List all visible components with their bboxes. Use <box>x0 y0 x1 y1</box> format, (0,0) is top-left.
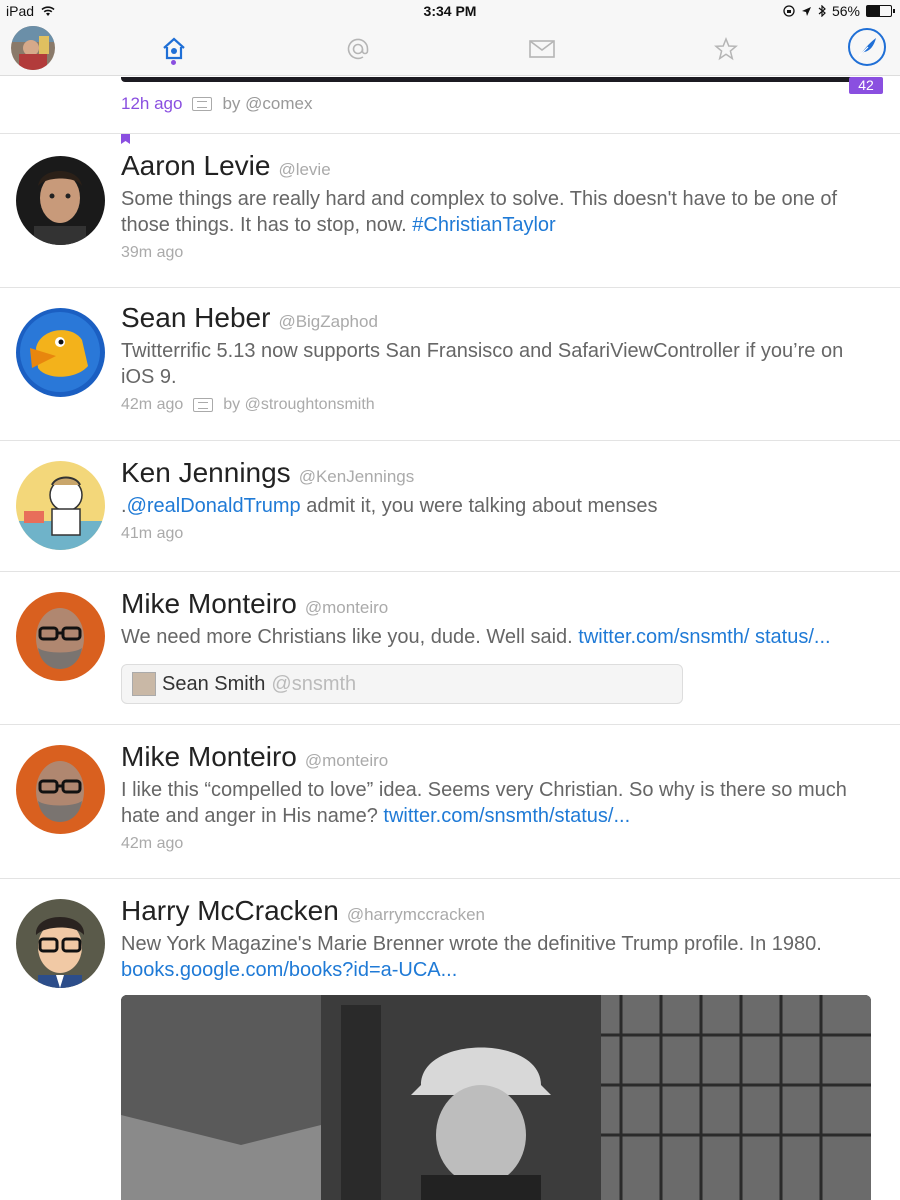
tweet-time: 41m ago <box>121 525 184 542</box>
tweet-item[interactable]: Aaron Levie @levie Some things are reall… <box>0 134 900 288</box>
avatar[interactable] <box>16 308 105 397</box>
battery-percent: 56% <box>831 3 860 19</box>
previous-tweet[interactable]: 42 12h ago by @comex <box>0 77 900 134</box>
quoted-author-handle: @snsmth <box>271 672 357 695</box>
url-link[interactable]: twitter.com/snsmth/status/... <box>383 805 630 827</box>
avatar[interactable] <box>16 592 105 681</box>
home-icon <box>163 37 185 60</box>
tweet-time: 42m ago <box>121 835 184 852</box>
author-name[interactable]: Ken Jennings <box>121 457 291 489</box>
author-handle[interactable]: @KenJennings <box>299 467 415 487</box>
tweet-text: New York Magazine's Marie Brenner wrote … <box>121 933 822 981</box>
tweet-item[interactable]: Mike Monteiro @monteiro I like this “com… <box>0 725 900 879</box>
tweet-time: 42m ago <box>121 396 184 413</box>
timeline[interactable]: 42 12h ago by @comex Aaron Levie @levie … <box>0 77 900 1200</box>
status-bar: iPad 3:34 PM 56% <box>0 0 900 22</box>
avatar[interactable] <box>16 156 105 245</box>
at-mention-icon <box>347 38 369 60</box>
tweet-time: 39m ago <box>121 244 184 261</box>
retweeted-by: by @comex <box>222 94 313 113</box>
hashtag-link[interactable]: #ChristianTaylor <box>412 214 555 236</box>
author-name[interactable]: Harry McCracken <box>121 895 339 927</box>
tweet-photo[interactable] <box>121 995 871 1200</box>
location-icon <box>801 6 811 16</box>
author-handle[interactable]: @monteiro <box>305 751 388 771</box>
mention-link[interactable]: @realDonaldTrump <box>127 495 301 517</box>
status-time: 3:34 PM <box>423 3 477 19</box>
tweet-item[interactable]: Sean Heber @BigZaphod Twitterrific 5.13 … <box>0 288 900 441</box>
tweet-text: Some things are really hard and complex … <box>121 188 838 236</box>
rotation-lock-icon <box>783 5 795 17</box>
unread-dot <box>171 60 176 65</box>
tweet-time: 12h ago <box>121 94 183 113</box>
avatar[interactable] <box>16 461 105 550</box>
compose-button[interactable] <box>848 28 886 66</box>
avatar[interactable] <box>16 899 105 988</box>
author-handle[interactable]: @BigZaphod <box>278 312 378 332</box>
previous-tweet-media[interactable] <box>121 77 871 82</box>
tweet-item[interactable]: Ken Jennings @KenJennings .@realDonaldTr… <box>0 441 900 572</box>
star-icon <box>714 37 738 61</box>
tweet-text: Twitterrific 5.13 now supports San Frans… <box>121 340 844 388</box>
battery-icon <box>866 5 895 17</box>
retweeted-by[interactable]: by @stroughtonsmith <box>223 396 374 414</box>
tab-messages[interactable] <box>527 34 557 64</box>
tab-favorites[interactable] <box>711 34 741 64</box>
author-name[interactable]: Sean Heber <box>121 302 270 334</box>
tweet-text: .@realDonaldTrump admit it, you were tal… <box>121 495 658 517</box>
quill-icon <box>858 38 876 57</box>
profile-avatar[interactable] <box>11 26 55 70</box>
author-handle[interactable]: @harrymccracken <box>347 905 485 925</box>
quoted-author-name: Sean Smith <box>162 672 266 695</box>
retweet-icon <box>192 97 213 111</box>
retweet-icon <box>193 398 214 412</box>
quoted-avatar <box>132 672 156 696</box>
tweet-item[interactable]: Harry McCracken @harrymccracken New York… <box>0 879 900 1200</box>
author-handle[interactable]: @monteiro <box>305 598 388 618</box>
bookmark-icon <box>121 134 130 144</box>
tweet-text: I like this “compelled to love” idea. Se… <box>121 779 847 827</box>
tweet-text: We need more Christians like you, dude. … <box>121 626 831 648</box>
author-handle[interactable]: @levie <box>278 160 330 180</box>
url-link[interactable]: books.google.com/books?id=a-UCA... <box>121 959 457 981</box>
quoted-tweet[interactable]: Sean Smith @snsmth <box>121 664 683 704</box>
author-name[interactable]: Aaron Levie <box>121 150 270 182</box>
url-link[interactable]: twitter.com/snsmth/ status/... <box>578 626 830 648</box>
tab-mentions[interactable] <box>343 34 373 64</box>
author-name[interactable]: Mike Monteiro <box>121 741 297 773</box>
nav-bar <box>0 22 900 76</box>
bluetooth-icon <box>818 5 826 17</box>
avatar[interactable] <box>16 745 105 834</box>
tweet-item[interactable]: Mike Monteiro @monteiro We need more Chr… <box>0 572 900 725</box>
mail-icon <box>529 40 555 58</box>
author-name[interactable]: Mike Monteiro <box>121 588 297 620</box>
unread-count-badge[interactable]: 42 <box>849 77 883 94</box>
